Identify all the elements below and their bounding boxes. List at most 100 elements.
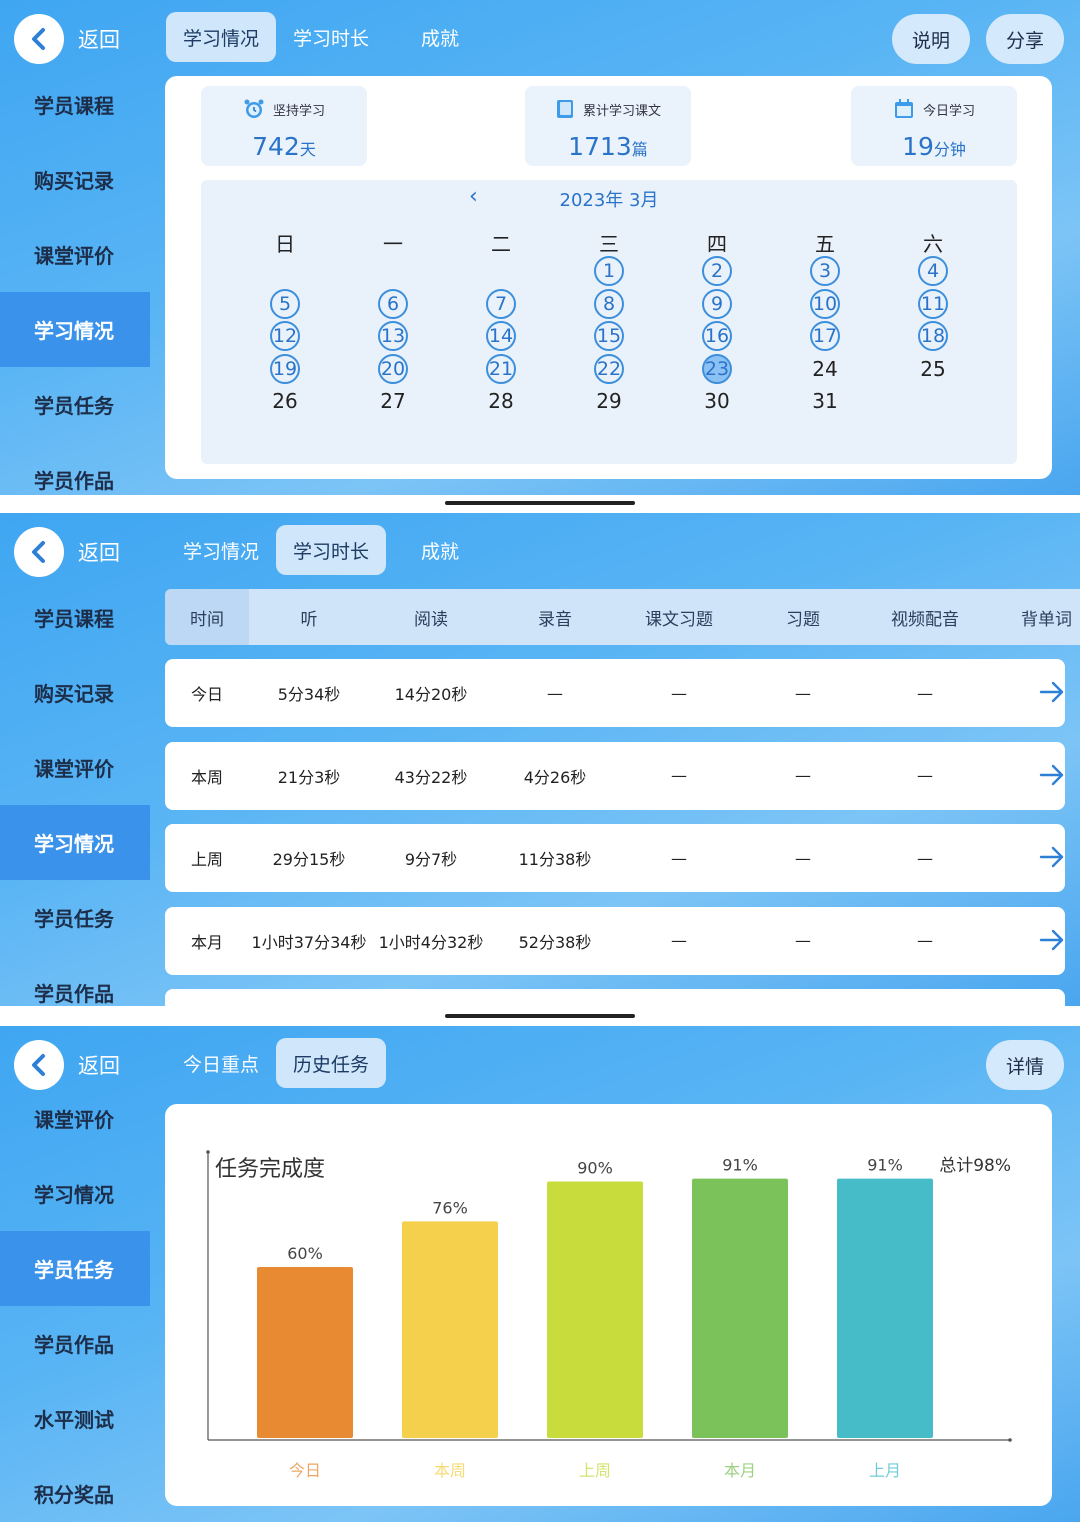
table-cell-listen: 21分3秒 xyxy=(277,767,341,787)
calendar-day[interactable]: 14 xyxy=(447,321,555,351)
table-row[interactable]: 本周 21分3秒 43分22秒 4分26秒 — — — xyxy=(165,741,1065,810)
table-row[interactable]: 本月 1小时37分34秒 1小时4分32秒 52分38秒 — — — xyxy=(165,906,1065,975)
calendar-day[interactable]: 28 xyxy=(447,386,555,416)
calendar-day[interactable]: 7 xyxy=(447,288,555,319)
calendar-day-number: 30 xyxy=(704,389,730,413)
texts-value: 1713 xyxy=(568,132,632,161)
calendar-day[interactable]: 5 xyxy=(231,288,339,319)
sidebar-item-purchases[interactable]: 购买记录 xyxy=(0,142,150,217)
calendar-day[interactable]: 22 xyxy=(555,353,663,384)
divider-handle xyxy=(445,1014,635,1018)
calendar-day[interactable]: 2 xyxy=(663,256,771,286)
table-cell-read: 43分22秒 xyxy=(394,767,468,787)
calendar-day-number: 14 xyxy=(486,321,516,351)
tab-achievements[interactable]: 成就 xyxy=(404,12,476,62)
explain-button[interactable]: 说明 xyxy=(892,14,971,64)
tab-achievements[interactable]: 成就 xyxy=(404,525,476,575)
calendar-day[interactable]: 13 xyxy=(339,321,447,351)
calendar-day[interactable]: 27 xyxy=(339,386,447,416)
calendar-day[interactable]: 23 xyxy=(663,353,771,384)
sidebar-item-study-status[interactable]: 学习情况 xyxy=(0,1156,150,1231)
back-button[interactable]: 返回 xyxy=(14,527,120,577)
calendar-day[interactable]: 9 xyxy=(663,288,771,319)
sidebar-item-evaluation[interactable]: 课堂评价 xyxy=(0,1081,150,1156)
today-stat: 今日学习 19分钟 xyxy=(851,86,1017,166)
calendar-day[interactable]: 24 xyxy=(771,354,879,384)
calendar-day[interactable]: 21 xyxy=(447,353,555,384)
category-label: 本月 xyxy=(724,1461,756,1480)
calendar-day[interactable]: 3 xyxy=(771,256,879,286)
panel-study-status: 返回 学员课程 购买记录 课堂评价 学习情况 学员任务 学员作品 学习情况 学习… xyxy=(0,0,1080,495)
calendar-day-number: 5 xyxy=(270,288,300,319)
calendar-day[interactable]: 31 xyxy=(771,386,879,416)
calendar-day[interactable]: 25 xyxy=(879,354,987,384)
table-cell-record: 4分26秒 xyxy=(523,767,587,787)
table-cell-listen: 5分34秒 xyxy=(277,685,341,704)
sidebar-item-tasks[interactable]: 学员任务 xyxy=(0,880,150,955)
back-label: 返回 xyxy=(78,28,120,52)
table-cell-text-ex: — xyxy=(671,931,687,950)
sidebar-item-study-status[interactable]: 学习情况 xyxy=(0,805,150,880)
calendar-day[interactable]: 20 xyxy=(339,353,447,384)
table-row[interactable]: 今日 5分34秒 14分20秒 — — — — xyxy=(165,659,1065,727)
col-video-dub: 视频配音 xyxy=(891,609,959,630)
calendar-day-number: 2 xyxy=(702,256,732,286)
tab-study-status[interactable]: 学习情况 xyxy=(166,525,276,575)
calendar-day[interactable]: 6 xyxy=(339,288,447,319)
calendar-day-number: 22 xyxy=(594,353,624,384)
tab-today-focus[interactable]: 今日重点 xyxy=(166,1038,276,1088)
calendar-day[interactable]: 1 xyxy=(555,256,663,286)
sidebar-item-evaluation[interactable]: 课堂评价 xyxy=(0,217,150,292)
table-cell-ex: — xyxy=(795,931,811,950)
sidebar-item-evaluation[interactable]: 课堂评价 xyxy=(0,730,150,805)
calendar-day[interactable]: 18 xyxy=(879,321,987,351)
back-arrow-icon xyxy=(14,14,64,64)
category-label: 上周 xyxy=(579,1461,611,1480)
sidebar-item-works[interactable]: 学员作品 xyxy=(0,442,150,495)
calendar-day[interactable]: 26 xyxy=(231,386,339,416)
table-row[interactable]: 上周 29分15秒 9分7秒 11分38秒 — — — xyxy=(165,824,1065,892)
sidebar-item-purchases[interactable]: 购买记录 xyxy=(0,655,150,730)
calendar-day[interactable]: 19 xyxy=(231,353,339,384)
col-exercise: 习题 xyxy=(786,609,820,630)
share-button[interactable]: 分享 xyxy=(986,14,1065,64)
tab-study-duration[interactable]: 学习时长 xyxy=(276,525,387,575)
task-completion-chart: 任务完成度 总计98% 60% 今日 76% 本周 90% 上周 91% 本月 91% 上月 xyxy=(206,1150,1012,1480)
calendar-day[interactable]: 10 xyxy=(771,288,879,319)
sidebar-item-courses[interactable]: 学员课程 xyxy=(0,67,150,142)
table-cell-read: 14分20秒 xyxy=(394,685,468,704)
tab-study-status[interactable]: 学习情况 xyxy=(166,12,277,62)
calendar-day[interactable]: 4 xyxy=(879,256,987,286)
bar-2 xyxy=(547,1181,643,1438)
panel-tasks: 返回 课堂评价 学习情况 学员任务 学员作品 水平测试 积分奖品 今日重点 历史… xyxy=(0,1026,1080,1522)
calendar-day[interactable]: 15 xyxy=(555,321,663,351)
calendar-day-number: 15 xyxy=(594,321,624,351)
sidebar-item-rewards[interactable]: 积分奖品 xyxy=(0,1456,150,1522)
row-arrow-icon[interactable] xyxy=(1039,927,1065,957)
row-arrow-icon[interactable] xyxy=(1039,679,1065,709)
row-arrow-icon[interactable] xyxy=(1039,844,1065,874)
tab-study-duration[interactable]: 学习时长 xyxy=(276,12,386,62)
calendar-day[interactable]: 17 xyxy=(771,321,879,351)
sidebar-item-tasks[interactable]: 学员任务 xyxy=(0,367,150,442)
calendar-day[interactable]: 11 xyxy=(879,288,987,319)
sidebar-item-works[interactable]: 学员作品 xyxy=(0,1306,150,1381)
sidebar-item-courses[interactable]: 学员课程 xyxy=(0,580,150,655)
calendar-day[interactable]: 30 xyxy=(663,386,771,416)
sidebar-item-works[interactable]: 学员作品 xyxy=(0,955,150,1006)
detail-button[interactable]: 详情 xyxy=(986,1040,1065,1090)
calendar-day-number: 7 xyxy=(486,288,516,319)
sidebar-item-tasks[interactable]: 学员任务 xyxy=(0,1231,150,1306)
sidebar-item-level-test[interactable]: 水平测试 xyxy=(0,1381,150,1456)
sidebar-item-study-status[interactable]: 学习情况 xyxy=(0,292,150,367)
calendar-day[interactable]: 29 xyxy=(555,386,663,416)
calendar-day[interactable]: 16 xyxy=(663,321,771,351)
bar-value-label: 91% xyxy=(867,1156,903,1175)
back-button[interactable]: 返回 xyxy=(14,14,120,64)
table-cell-period: 上周 xyxy=(190,850,223,869)
tab-history-tasks[interactable]: 历史任务 xyxy=(276,1038,387,1088)
weekday-label: 三 xyxy=(599,232,619,256)
calendar-day[interactable]: 8 xyxy=(555,288,663,319)
row-arrow-icon[interactable] xyxy=(1039,762,1065,792)
calendar-day[interactable]: 12 xyxy=(231,321,339,351)
